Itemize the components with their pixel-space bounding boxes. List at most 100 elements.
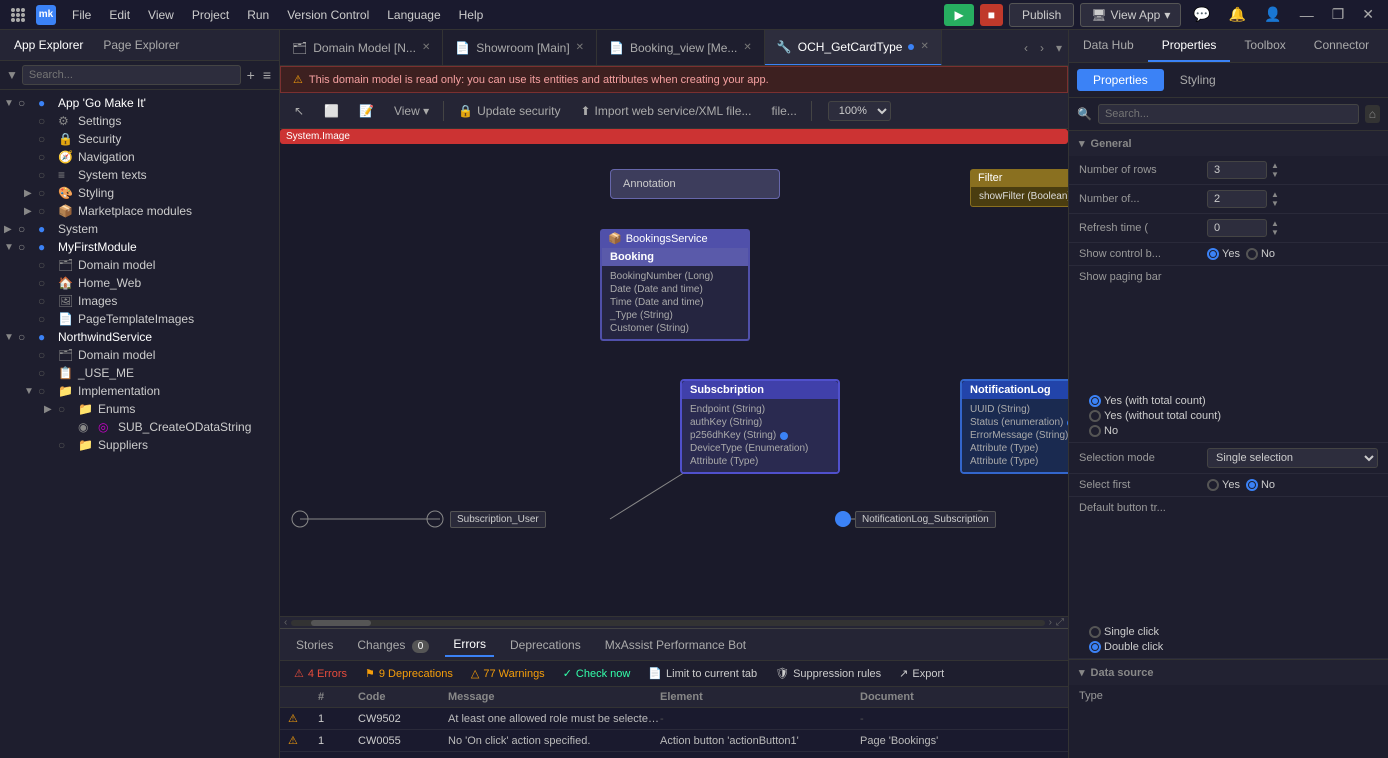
tree-item-system-texts[interactable]: ○ ≡ System texts <box>0 166 279 184</box>
selection-mode-select[interactable]: Single selection Multi selection No sele… <box>1207 448 1378 468</box>
menu-version-control[interactable]: Version Control <box>279 6 377 24</box>
sidebar-search-input[interactable] <box>22 65 241 85</box>
bottom-tab-errors[interactable]: Errors <box>445 633 494 657</box>
tree-item-page-template-images[interactable]: ○ 📄 PageTemplateImages <box>0 310 279 328</box>
export-btn[interactable]: ↗ Export <box>893 665 950 682</box>
sidebar-tab-app-explorer[interactable]: App Explorer <box>8 34 89 56</box>
scroll-expand-icon[interactable]: ⤢ <box>1056 617 1064 628</box>
stepper-up-icon[interactable]: ▲ <box>1271 191 1279 199</box>
warnings-filter-btn[interactable]: △ 77 Warnings <box>465 665 551 682</box>
maximize-button[interactable]: ❐ <box>1326 4 1351 25</box>
paging-no[interactable]: No <box>1089 425 1221 437</box>
right-tab-connector[interactable]: Connector <box>1300 30 1383 62</box>
annotation-tool-btn[interactable]: 📝 <box>353 102 380 120</box>
tab-close-showroom[interactable]: ✕ <box>576 42 584 53</box>
tree-item-enums[interactable]: ▶ ○ 📁 Enums <box>0 400 279 418</box>
paging-yes-nototal[interactable]: Yes (without total count) <box>1089 410 1221 422</box>
subscription-node[interactable]: Subscbription Endpoint (String) authKey … <box>680 379 840 474</box>
tab-close-och[interactable]: ✕ <box>920 41 928 52</box>
num-cols-stepper[interactable]: ▲ ▼ <box>1271 191 1279 208</box>
minimize-button[interactable]: — <box>1294 5 1320 25</box>
annotation-node[interactable]: Annotation <box>610 169 780 199</box>
prop-home-icon[interactable]: ⌂ <box>1365 105 1380 123</box>
bottom-tab-deprecations[interactable]: Deprecations <box>502 634 589 656</box>
chat-icon[interactable]: 💬 <box>1187 4 1216 25</box>
tree-item-northwind-domain[interactable]: ○ 🗂 Domain model <box>0 346 279 364</box>
tab-close-booking-view[interactable]: ✕ <box>743 42 751 53</box>
limit-current-tab-btn[interactable]: 📄 Limit to current tab <box>642 665 763 682</box>
close-button[interactable]: ✕ <box>1356 4 1380 25</box>
num-cols-input[interactable] <box>1207 190 1267 208</box>
menu-file[interactable]: File <box>64 6 99 24</box>
scroll-track[interactable] <box>291 620 1044 626</box>
notification-log-node[interactable]: NotificationLog UUID (String) Status (en… <box>960 379 1068 474</box>
tree-item-suppliers[interactable]: ○ 📁 Suppliers <box>0 436 279 454</box>
app-grid-icon[interactable] <box>8 5 28 25</box>
refresh-stepper[interactable]: ▲ ▼ <box>1271 220 1279 237</box>
show-control-yes[interactable]: Yes <box>1207 248 1240 260</box>
bottom-tab-changes[interactable]: Changes 0 <box>349 634 437 656</box>
tab-scroll-right[interactable]: › <box>1034 41 1050 55</box>
tree-item-northwind[interactable]: ▼ ○ ● NorthwindService <box>0 328 279 346</box>
filter-node[interactable]: Filter showFilter (Boolean) <box>970 169 1068 207</box>
errors-filter-btn[interactable]: ⚠ 4 Errors <box>288 665 353 682</box>
bottom-tab-mxassist[interactable]: MxAssist Performance Bot <box>597 634 754 656</box>
tree-item-styling[interactable]: ▶ ○ 🎨 Styling <box>0 184 279 202</box>
show-control-no[interactable]: No <box>1246 248 1275 260</box>
avatar[interactable]: 👤 <box>1258 4 1287 25</box>
tree-item-images[interactable]: ○ 🖼 Images <box>0 292 279 310</box>
stepper-down-icon[interactable]: ▼ <box>1271 229 1279 237</box>
menu-run[interactable]: Run <box>239 6 277 24</box>
datasource-section-header[interactable]: ▾ Data source <box>1069 660 1388 685</box>
tab-domain-model[interactable]: 🗂 Domain Model [N... ✕ <box>280 30 443 66</box>
table-row-0[interactable]: ⚠ 1 CW9502 At least one allowed role mus… <box>280 708 1068 730</box>
zoom-select[interactable]: 100% 75% 50% 150% <box>828 101 891 121</box>
tree-item-security[interactable]: ○ 🔒 Security <box>0 130 279 148</box>
sidebar-new-icon[interactable]: + <box>245 65 257 85</box>
deprecations-filter-btn[interactable]: ⚑ 9 Deprecations <box>359 665 459 682</box>
tab-close-domain-model[interactable]: ✕ <box>422 42 430 53</box>
check-now-btn[interactable]: ✓ Check now <box>557 665 637 682</box>
tree-item-domain-model[interactable]: ○ 🗂 Domain model <box>0 256 279 274</box>
tree-item-home-web[interactable]: ○ 🏠 Home_Web <box>0 274 279 292</box>
run-button[interactable]: ▶ <box>944 4 973 26</box>
num-rows-input[interactable] <box>1207 161 1267 179</box>
file-btn[interactable]: file... <box>765 102 802 120</box>
scroll-left-icon[interactable]: ‹ <box>284 617 287 628</box>
view-app-button[interactable]: 🖥 View App ▾ <box>1080 3 1181 27</box>
general-section-header[interactable]: ▾ General <box>1069 131 1388 156</box>
stepper-up-icon[interactable]: ▲ <box>1271 220 1279 228</box>
select-first-no[interactable]: No <box>1246 479 1275 491</box>
bookings-service-node[interactable]: 📦 BookingsService Booking BookingNumber … <box>600 229 750 341</box>
update-security-btn[interactable]: 🔒 Update security <box>452 102 566 120</box>
view-dropdown-btn[interactable]: View ▾ <box>388 102 435 120</box>
stepper-down-icon[interactable]: ▼ <box>1271 171 1279 179</box>
stepper-down-icon[interactable]: ▼ <box>1271 200 1279 208</box>
num-rows-stepper[interactable]: ▲ ▼ <box>1271 162 1279 179</box>
tree-item-myfirstmodule[interactable]: ▼ ○ ● MyFirstModule <box>0 238 279 256</box>
scroll-right-icon[interactable]: › <box>1049 617 1052 628</box>
tree-item-implementation[interactable]: ▼ ○ 📁 Implementation <box>0 382 279 400</box>
tab-och-get-card-type[interactable]: 🔧 OCH_GetCardType ✕ <box>765 30 942 66</box>
tree-item-navigation[interactable]: ○ 🧭 Navigation <box>0 148 279 166</box>
tree-item-sub-create[interactable]: ◉ ◎ SUB_CreateODataString <box>0 418 279 436</box>
tab-dropdown[interactable]: ▾ <box>1050 41 1068 55</box>
paging-yes-total[interactable]: Yes (with total count) <box>1089 395 1221 407</box>
canvas[interactable]: Annotation 📦 BookingsService Booking Boo… <box>280 129 1068 616</box>
tree-item-app[interactable]: ▼ ○ ● App 'Go Make It' <box>0 94 279 112</box>
stepper-up-icon[interactable]: ▲ <box>1271 162 1279 170</box>
menu-language[interactable]: Language <box>379 6 448 24</box>
menu-project[interactable]: Project <box>184 6 237 24</box>
menu-edit[interactable]: Edit <box>101 6 138 24</box>
scroll-thumb[interactable] <box>311 620 371 626</box>
single-click-opt[interactable]: Single click <box>1089 626 1163 638</box>
menu-help[interactable]: Help <box>451 6 492 24</box>
double-click-opt[interactable]: Double click <box>1089 641 1163 653</box>
prop-subtab-styling[interactable]: Styling <box>1164 69 1232 91</box>
right-tab-properties[interactable]: Properties <box>1148 30 1231 62</box>
tab-showroom[interactable]: 📄 Showroom [Main] ✕ <box>443 30 597 66</box>
tree-item-system[interactable]: ▶ ○ ● System <box>0 220 279 238</box>
tree-item-marketplace[interactable]: ▶ ○ 📦 Marketplace modules <box>0 202 279 220</box>
prop-subtab-properties[interactable]: Properties <box>1077 69 1164 91</box>
suppression-rules-btn[interactable]: 🛡 Suppression rules <box>769 665 887 682</box>
